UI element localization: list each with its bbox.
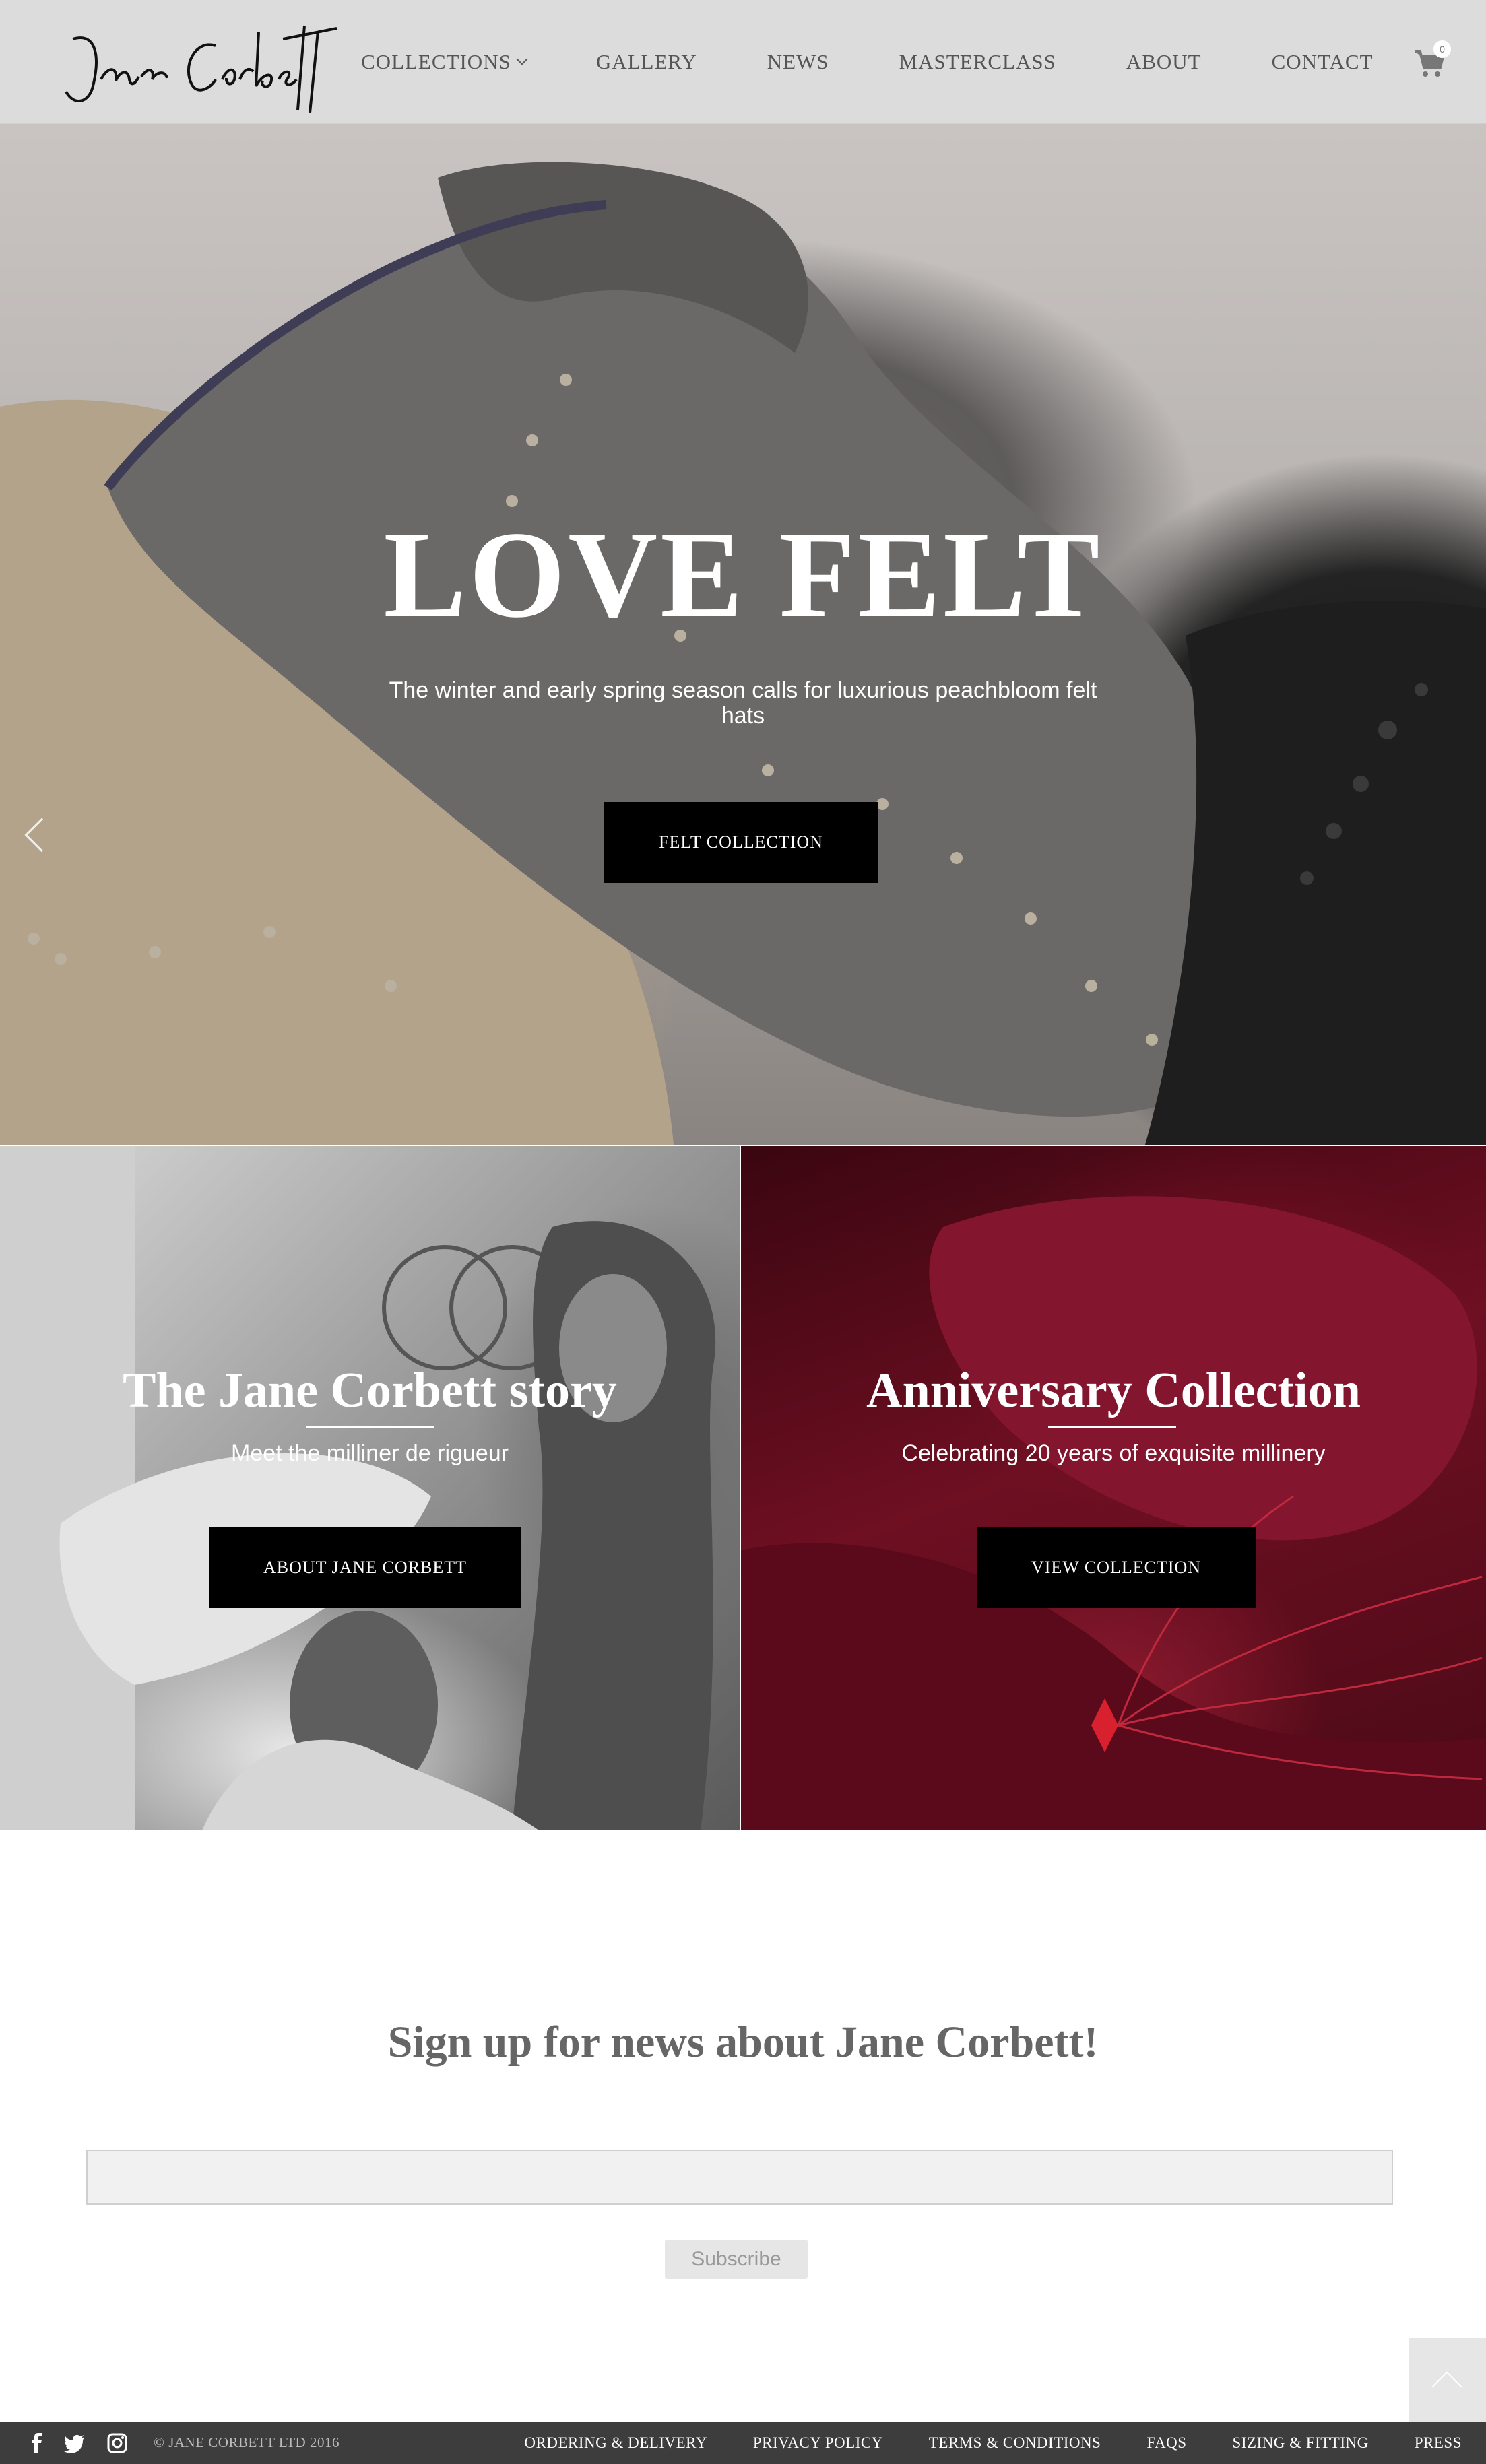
nav-news[interactable]: NEWS [767,50,829,74]
promo-anniversary-collection: Anniversary Collection Celebrating 20 ye… [741,1146,1486,1830]
chevron-up-icon [1431,2371,1462,2402]
promo-subtitle: Celebrating 20 years of exquisite millin… [901,1440,1326,1466]
site-footer: © JANE CORBETT LTD 2016 ORDERING & DELIV… [0,2422,1486,2464]
felt-collection-button[interactable]: FELT COLLECTION [604,802,878,883]
nav-collections[interactable]: COLLECTIONS [361,50,528,74]
promo-subtitle: Meet the milliner de rigueur [231,1440,509,1466]
instagram-icon[interactable] [106,2432,128,2454]
footer-link-privacy-policy[interactable]: PRIVACY POLICY [753,2434,883,2452]
footer-link-ordering-delivery[interactable]: ORDERING & DELIVERY [524,2434,707,2452]
facebook-icon[interactable] [27,2432,49,2454]
copyright-text: © JANE CORBETT LTD 2016 [154,2434,340,2451]
nav-contact[interactable]: CONTACT [1272,50,1374,74]
main-nav: COLLECTIONS GALLERY NEWS MASTERCLASS ABO… [361,47,1374,77]
newsletter-title: Sign up for news about Jane Corbett! [387,2018,1099,2067]
newsletter-email-input[interactable] [86,2150,1393,2205]
cart-button[interactable]: 0 [1413,40,1454,81]
milliner-photo [0,1146,716,1830]
promo-jane-corbett-story: The Jane Corbett story Meet the milliner… [0,1146,740,1830]
about-jane-corbett-button[interactable]: ABOUT JANE CORBETT [209,1527,521,1608]
back-to-top-button[interactable] [1409,2338,1486,2422]
hero-slider: LOVE FELT The winter and early spring se… [0,124,1486,1145]
footer-link-terms-conditions[interactable]: TERMS & CONDITIONS [929,2434,1101,2452]
nav-about[interactable]: ABOUT [1126,50,1202,74]
nav-gallery[interactable]: GALLERY [596,50,697,74]
footer-link-faqs[interactable]: FAQS [1146,2434,1186,2452]
nav-collections-label: COLLECTIONS [361,50,511,73]
footer-link-sizing-fitting[interactable]: SIZING & FITTING [1233,2434,1369,2452]
title-divider [1048,1426,1176,1428]
anniversary-hat-photo [741,1196,1486,1830]
title-divider [306,1426,434,1428]
logo-signature-icon [65,25,337,113]
footer-link-press[interactable]: PRESS [1415,2434,1462,2452]
subscribe-button[interactable]: Subscribe [665,2240,808,2279]
promo-title: Anniversary Collection [866,1363,1361,1418]
hero-title: LOVE FELT [383,506,1103,643]
site-header: COLLECTIONS GALLERY NEWS MASTERCLASS ABO… [0,0,1486,124]
chevron-down-icon [516,53,528,65]
nav-masterclass[interactable]: MASTERCLASS [899,50,1056,74]
logo[interactable] [54,12,337,113]
view-collection-button[interactable]: VIEW COLLECTION [977,1527,1256,1608]
twitter-icon[interactable] [63,2432,85,2454]
footer-links: ORDERING & DELIVERY PRIVACY POLICY TERMS… [478,2422,1462,2464]
hero-subtitle: The winter and early spring season calls… [389,677,1097,729]
cart-count-badge: 0 [1433,40,1451,58]
promo-title: The Jane Corbett story [123,1363,617,1418]
